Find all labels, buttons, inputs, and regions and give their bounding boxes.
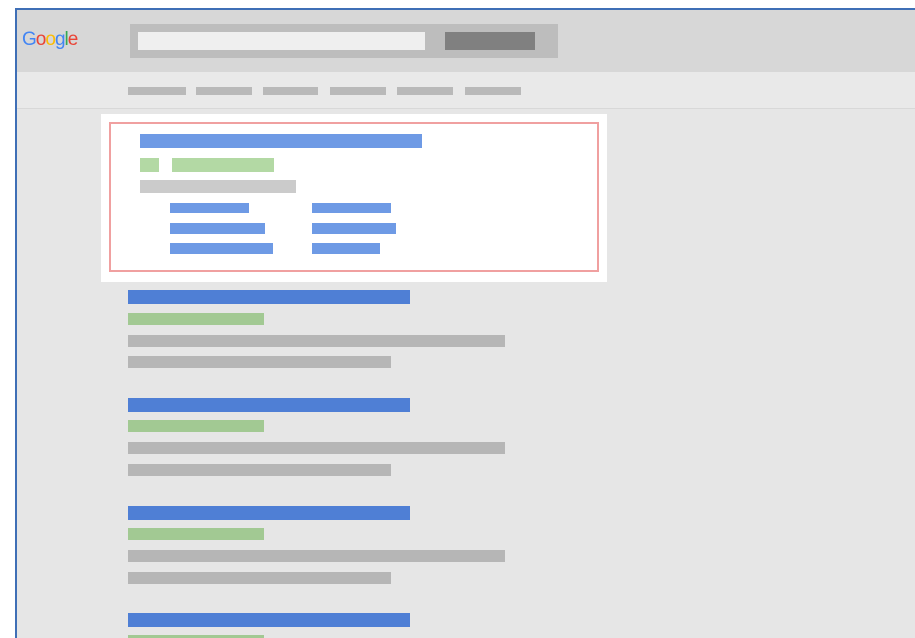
featured-result-badge — [140, 158, 159, 172]
tab-more[interactable] — [465, 87, 521, 95]
result-snippet — [128, 356, 391, 368]
result-snippet — [128, 464, 391, 476]
result-url — [128, 528, 264, 540]
search-box — [130, 24, 558, 58]
featured-result-url — [172, 158, 274, 172]
result-snippet — [128, 335, 505, 347]
logo-letter: o — [45, 29, 56, 50]
sitelink[interactable] — [170, 203, 249, 213]
result-url — [128, 313, 264, 325]
logo-letter: G — [22, 29, 37, 50]
browser-viewport: Google — [15, 8, 915, 638]
logo-letter: o — [35, 29, 47, 50]
featured-result-highlight — [109, 122, 599, 272]
featured-result-snippet — [140, 180, 296, 193]
tab-all[interactable] — [128, 87, 186, 95]
result-title[interactable] — [128, 613, 410, 627]
sitelink[interactable] — [170, 243, 273, 254]
sitelink[interactable] — [312, 223, 396, 234]
result-snippet — [128, 442, 505, 454]
result-url — [128, 420, 264, 432]
header-bar: Google — [17, 10, 915, 72]
tab-videos[interactable] — [263, 87, 318, 95]
tab-news[interactable] — [330, 87, 386, 95]
sitelink[interactable] — [170, 223, 265, 234]
result-title[interactable] — [128, 506, 410, 520]
result-snippet — [128, 572, 391, 584]
featured-result — [101, 114, 607, 282]
sitelink[interactable] — [312, 243, 380, 254]
logo-letter: e — [67, 29, 79, 50]
tab-images[interactable] — [196, 87, 252, 95]
sitelink[interactable] — [312, 203, 391, 213]
result-title[interactable] — [128, 398, 410, 412]
logo-letter: g — [54, 29, 66, 50]
tab-maps[interactable] — [397, 87, 453, 95]
result-title[interactable] — [128, 290, 410, 304]
google-logo[interactable]: Google — [22, 28, 79, 52]
search-input[interactable] — [138, 32, 425, 50]
search-tabs-bar — [17, 72, 915, 109]
search-button[interactable] — [445, 32, 535, 50]
result-snippet — [128, 550, 505, 562]
featured-result-title[interactable] — [140, 134, 422, 148]
